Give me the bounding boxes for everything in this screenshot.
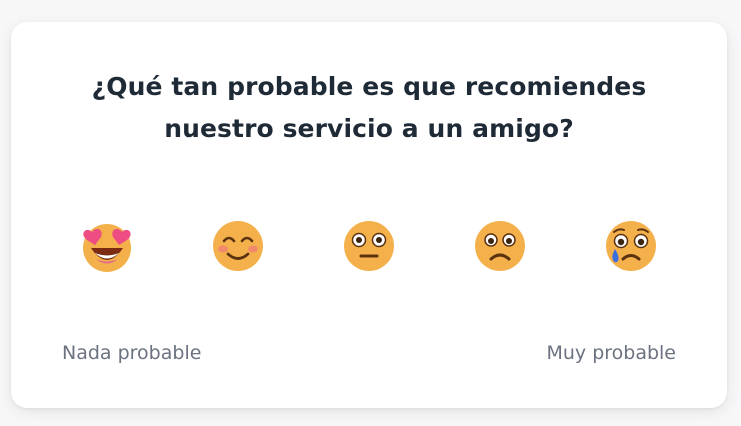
survey-question: ¿Qué tan probable es que recomiendes nue… xyxy=(91,72,647,143)
rating-card: ¿Qué tan probable es que recomiendes nue… xyxy=(11,22,727,408)
frowning-face-icon xyxy=(475,221,525,271)
rating-option-3[interactable] xyxy=(341,218,397,274)
rating-option-5[interactable] xyxy=(603,218,659,274)
emoji-rating-row xyxy=(11,218,727,274)
heart-eyes-face-icon xyxy=(83,224,131,272)
rating-option-2[interactable] xyxy=(210,218,266,274)
rating-option-4[interactable] xyxy=(472,218,528,274)
sad-tear-face-icon xyxy=(606,221,656,271)
neutral-face-icon xyxy=(344,221,394,271)
scale-label-low: Nada probable xyxy=(62,342,202,364)
rating-option-1[interactable] xyxy=(79,218,135,274)
smiling-blush-face-icon xyxy=(213,221,263,271)
scale-label-high: Muy probable xyxy=(546,342,676,364)
